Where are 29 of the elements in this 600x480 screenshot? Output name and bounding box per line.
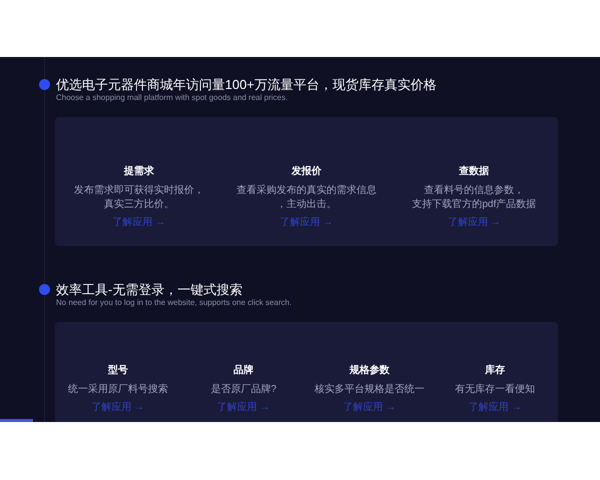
learn-more-link[interactable]: 了解应用 →: [280, 216, 333, 230]
learn-more-link[interactable]: 了解应用 →: [112, 216, 166, 230]
feature-title: 发报价: [292, 165, 322, 179]
feature-description: 有无库存一看便知: [455, 383, 536, 397]
section-subtitle: No need for you to log in to the website, supports one click search.: [56, 298, 292, 308]
feature-title: 规格参数: [349, 364, 390, 378]
feature-title: 型号: [108, 364, 128, 378]
learn-more-link[interactable]: 了解应用 →: [468, 401, 522, 415]
feature-title: 提需求: [124, 165, 154, 179]
feature-description: 核实多平台规格是否统一: [314, 383, 424, 397]
feature-title: 库存: [485, 364, 506, 378]
section-title: 效率工具-无需登录，一键式搜索: [56, 281, 244, 298]
section-title: 优选电子元器件商城年访问量100+万流量平台，现货库存真实价格: [56, 76, 436, 93]
feature-description: 查看料号的信息参数，: [424, 184, 524, 198]
feature-description: 真实三方比价。: [104, 198, 174, 212]
accent-bar: [0, 419, 33, 422]
section-subtitle: Choose a shopping mall platform with spot goods and real prices.: [56, 93, 289, 103]
feature-title: 品牌: [234, 364, 254, 378]
feature-description: 统一采用原厂料号搜索: [68, 383, 168, 397]
feature-description: 查看采购发布的真实的需求信息: [236, 184, 376, 198]
feature-title: 查数据: [459, 165, 490, 179]
learn-more-link[interactable]: 了解应用 →: [217, 401, 270, 415]
feature-description: 是否原厂品牌?: [210, 383, 276, 397]
feature-description: 支持下载官方的pdf产品数据: [412, 198, 536, 212]
feature-description: 发布需求即可获得实时报价，: [74, 184, 204, 198]
learn-more-link[interactable]: 了解应用 →: [448, 216, 501, 230]
learn-more-link[interactable]: 了解应用 →: [91, 401, 144, 415]
feature-description: ，主动出击。: [276, 198, 336, 212]
learn-more-link[interactable]: 了解应用 →: [342, 401, 396, 415]
